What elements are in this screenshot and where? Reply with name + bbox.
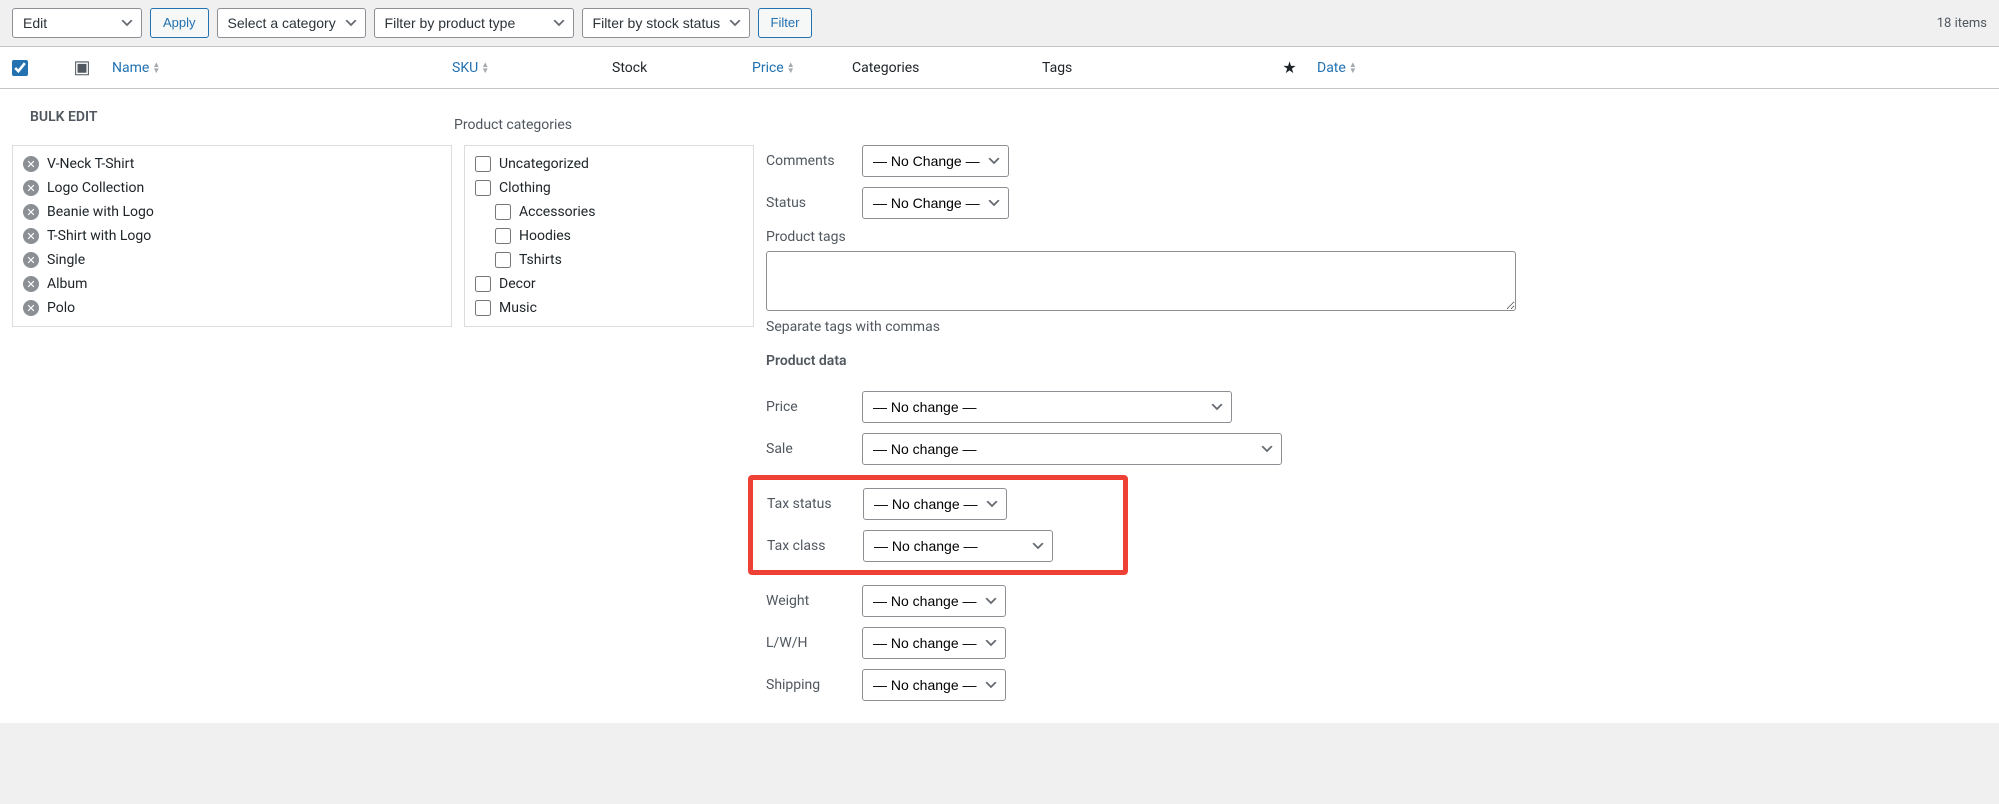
weight-select[interactable]: — No change —: [862, 585, 1006, 617]
category-item: Music: [475, 296, 743, 320]
column-date-sort[interactable]: Date ▲▼: [1317, 60, 1357, 76]
product-item: ✕ Album: [23, 272, 441, 296]
product-item-label: Album: [47, 276, 87, 292]
lwh-select[interactable]: — No change —: [862, 627, 1006, 659]
category-checkbox[interactable]: [475, 276, 491, 292]
product-item: ✕ Single: [23, 248, 441, 272]
product-item-label: Logo Collection: [47, 180, 144, 196]
product-item: ✕ V-Neck T-Shirt: [23, 152, 441, 176]
product-item-label: Polo: [47, 300, 75, 316]
product-item-label: V-Neck T-Shirt: [47, 156, 134, 172]
remove-product-icon[interactable]: ✕: [23, 276, 39, 292]
tax-class-select[interactable]: — No change —: [863, 530, 1053, 562]
bulk-products-list: ✕ V-Neck T-Shirt ✕ Logo Collection ✕ Beanie w…: [12, 145, 452, 327]
category-label: Accessories: [519, 204, 595, 220]
shipping-label: Shipping: [766, 677, 846, 693]
price-label: Price: [766, 399, 846, 415]
sort-arrows-icon: ▲▼: [787, 62, 795, 74]
column-tags: Tags: [1042, 60, 1262, 76]
product-item: ✕ Polo: [23, 296, 441, 320]
sale-select[interactable]: — No change —: [862, 433, 1282, 465]
comments-label: Comments: [766, 153, 846, 169]
filter-button[interactable]: Filter: [758, 8, 813, 38]
column-price-sort[interactable]: Price ▲▼: [752, 60, 795, 76]
remove-product-icon[interactable]: ✕: [23, 300, 39, 316]
status-select[interactable]: — No Change —: [862, 187, 1009, 219]
product-tags-textarea[interactable]: [766, 251, 1516, 311]
product-item-label: Single: [47, 252, 85, 268]
status-label: Status: [766, 195, 846, 211]
category-label: Decor: [499, 276, 536, 292]
remove-product-icon[interactable]: ✕: [23, 156, 39, 172]
category-checkbox[interactable]: [475, 156, 491, 172]
featured-column-star-icon: ★: [1262, 58, 1317, 77]
product-item: ✕ T-Shirt with Logo: [23, 224, 441, 248]
price-select[interactable]: — No change —: [862, 391, 1232, 423]
column-categories: Categories: [852, 60, 1042, 76]
table-header-row: ▣ Name ▲▼ SKU ▲▼ Stock Price ▲▼: [0, 47, 1999, 89]
category-checkbox[interactable]: [495, 252, 511, 268]
product-item-label: T-Shirt with Logo: [47, 228, 151, 244]
remove-product-icon[interactable]: ✕: [23, 252, 39, 268]
category-checkbox[interactable]: [495, 204, 511, 220]
bulk-edit-legend: BULK EDIT: [0, 89, 1999, 133]
category-item: Clothing: [475, 176, 743, 200]
tax-status-label: Tax status: [767, 496, 847, 512]
category-checkbox[interactable]: [475, 300, 491, 316]
product-tags-label: Product tags: [766, 229, 1987, 245]
category-item: Uncategorized: [475, 152, 743, 176]
sale-label: Sale: [766, 441, 846, 457]
product-data-heading: Product data: [766, 353, 1987, 369]
category-label: Music: [499, 300, 537, 316]
tags-helper-text: Separate tags with commas: [766, 319, 1987, 335]
sort-arrows-icon: ▲▼: [1349, 62, 1357, 74]
tax-status-select[interactable]: — No change —: [863, 488, 1007, 520]
category-item: Decor: [475, 272, 743, 296]
product-categories-box: Uncategorized Clothing Accessories Hoodies T…: [464, 145, 754, 327]
category-item: Accessories: [495, 200, 743, 224]
product-item: ✕ Logo Collection: [23, 176, 441, 200]
category-label: Uncategorized: [499, 156, 589, 172]
weight-label: Weight: [766, 593, 846, 609]
product-categories-label: Product categories: [454, 117, 754, 139]
remove-product-icon[interactable]: ✕: [23, 180, 39, 196]
product-type-filter-select[interactable]: Filter by product type: [374, 8, 574, 38]
comments-select[interactable]: — No Change —: [862, 145, 1009, 177]
column-name-sort[interactable]: Name ▲▼: [112, 60, 160, 76]
category-item: Hoodies: [495, 224, 743, 248]
column-stock: Stock: [612, 60, 752, 76]
shipping-select[interactable]: — No change —: [862, 669, 1006, 701]
bulk-action-select[interactable]: Edit: [12, 8, 142, 38]
category-checkbox[interactable]: [475, 180, 491, 196]
category-item: Tshirts: [495, 248, 743, 272]
remove-product-icon[interactable]: ✕: [23, 228, 39, 244]
highlighted-tax-section: Tax status — No change — Tax class — No …: [748, 475, 1128, 575]
thumbnail-column-icon: ▣: [52, 57, 112, 78]
category-label: Hoodies: [519, 228, 571, 244]
remove-product-icon[interactable]: ✕: [23, 204, 39, 220]
sort-arrows-icon: ▲▼: [481, 62, 489, 74]
select-all-checkbox[interactable]: [12, 60, 28, 76]
lwh-label: L/W/H: [766, 635, 846, 651]
tax-class-label: Tax class: [767, 538, 847, 554]
category-filter-select[interactable]: Select a category: [217, 8, 366, 38]
sort-arrows-icon: ▲▼: [152, 62, 160, 74]
item-count: 18 items: [1937, 16, 1987, 31]
category-label: Clothing: [499, 180, 551, 196]
category-label: Tshirts: [519, 252, 562, 268]
stock-status-filter-select[interactable]: Filter by stock status: [582, 8, 750, 38]
column-sku-sort[interactable]: SKU ▲▼: [452, 60, 489, 76]
product-item-label: Beanie with Logo: [47, 204, 154, 220]
product-item: ✕ Beanie with Logo: [23, 200, 441, 224]
category-checkbox[interactable]: [495, 228, 511, 244]
apply-button[interactable]: Apply: [150, 8, 209, 38]
